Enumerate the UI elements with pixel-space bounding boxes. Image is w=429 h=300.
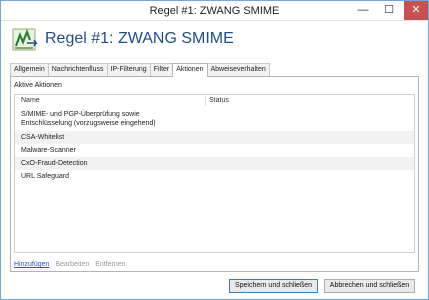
list-item[interactable]: URL Safeguard bbox=[15, 170, 414, 183]
section-label: Aktive Aktionen bbox=[14, 82, 62, 89]
tab-filter[interactable]: Filter bbox=[149, 63, 174, 76]
list-rows: S/MIME- und PGP-Überprüfung sowie Entsch… bbox=[15, 107, 414, 183]
list-actions: Hinzufügen Bearbeiten Entfernen bbox=[14, 261, 130, 268]
close-button[interactable]: ✕ bbox=[404, 1, 428, 20]
tab-nachrichtenfluss[interactable]: Nachrichtenfluss bbox=[47, 63, 108, 76]
tab-bar: Allgemein Nachrichtenfluss IP-Filterung … bbox=[10, 63, 270, 77]
add-link[interactable]: Hinzufügen bbox=[14, 261, 49, 268]
remove-link[interactable]: Entfernen bbox=[95, 261, 125, 268]
column-header-status[interactable]: Status bbox=[209, 97, 229, 104]
list-item[interactable]: CSA-Whitelist bbox=[15, 131, 414, 144]
tab-allgemein[interactable]: Allgemein bbox=[10, 63, 49, 76]
list-item[interactable]: Malware-Scanner bbox=[15, 144, 414, 157]
rule-logo-icon bbox=[12, 28, 38, 51]
minimize-button[interactable]: — bbox=[350, 1, 376, 20]
list-item-label: Malware-Scanner bbox=[21, 147, 76, 154]
tab-ip-filterung[interactable]: IP-Filterung bbox=[106, 63, 151, 76]
tab-aktionen[interactable]: Aktionen bbox=[172, 63, 208, 77]
dialog-window: Regel #1: ZWANG SMIME — ☐ ✕ Regel #1: ZW… bbox=[0, 0, 429, 300]
list-item[interactable]: CxO-Fraud-Detection bbox=[15, 157, 414, 170]
save-and-close-button[interactable]: Speichern und schließen bbox=[229, 279, 318, 293]
title-bar: Regel #1: ZWANG SMIME — ☐ ✕ bbox=[1, 1, 428, 21]
dialog-header: Regel #1: ZWANG SMIME bbox=[1, 22, 428, 60]
list-item[interactable]: S/MIME- und PGP-Überprüfung sowie Entsch… bbox=[15, 107, 414, 131]
column-header-name[interactable]: Name bbox=[21, 97, 40, 104]
column-divider[interactable] bbox=[205, 96, 206, 106]
list-item-label-line1: S/MIME- und PGP-Überprüfung sowie bbox=[21, 111, 140, 118]
page-title: Regel #1: ZWANG SMIME bbox=[45, 30, 234, 47]
list-item-label-line2: Entschlüsselung (vorzugsweise eingehend) bbox=[21, 120, 156, 127]
maximize-button[interactable]: ☐ bbox=[376, 1, 402, 20]
list-item-label: CSA-Whitelist bbox=[21, 134, 65, 141]
cancel-and-close-button[interactable]: Abbrechen und schließen bbox=[324, 279, 415, 293]
list-item-label: CxO-Fraud-Detection bbox=[21, 160, 88, 167]
actions-panel: Aktive Aktionen Name Status S/MIME- und … bbox=[10, 76, 419, 272]
actions-list[interactable]: Name Status S/MIME- und PGP-Überprüfung … bbox=[14, 94, 415, 253]
list-item-label: URL Safeguard bbox=[21, 173, 69, 180]
tab-abweiseverhalten[interactable]: Abweiseverhalten bbox=[206, 63, 270, 76]
edit-link[interactable]: Bearbeiten bbox=[55, 261, 89, 268]
